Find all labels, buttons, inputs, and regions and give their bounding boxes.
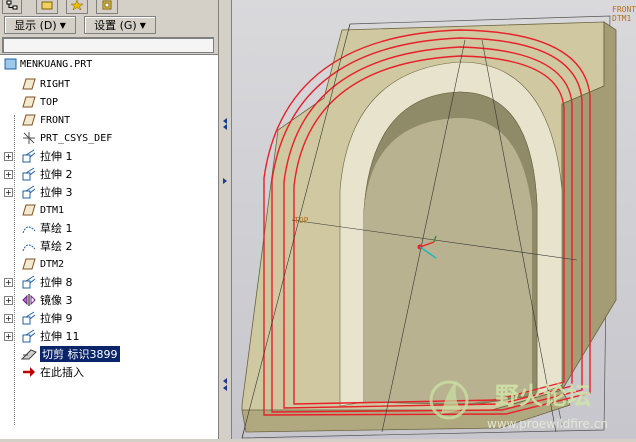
datum-plane-icon	[21, 77, 37, 91]
tree-item-front[interactable]: FRONT	[0, 111, 218, 129]
favorites-icon	[70, 0, 84, 13]
tree-item-extrude-9[interactable]: + 拉伸 9	[0, 309, 218, 327]
folder-icon	[41, 0, 53, 13]
tree-item-dtm1[interactable]: DTM1	[0, 201, 218, 219]
model-tree: MENKUANG.PRT RIGHT TOP FRONT PRT_CSYS_DE…	[0, 54, 218, 439]
extrude-icon	[21, 185, 37, 199]
tree-item-label: 草绘 1	[40, 222, 73, 235]
extrude-icon	[21, 329, 37, 343]
tab-folder-browser[interactable]	[36, 0, 58, 14]
watermark-url: www.proewildfire.cn	[487, 417, 608, 431]
show-menu-label: 显示 (D)	[14, 19, 57, 32]
panel-splitter[interactable]	[218, 0, 232, 439]
tree-item-sketch-2[interactable]: 草绘 2	[0, 237, 218, 255]
datum-plane-icon	[21, 203, 37, 217]
tree-item-label: DTM2	[40, 258, 65, 270]
part-icon	[3, 57, 19, 71]
tree-root[interactable]: MENKUANG.PRT	[0, 55, 218, 73]
tree-item-extrude-11[interactable]: + 拉伸 11	[0, 327, 218, 345]
extrude-icon	[21, 311, 37, 325]
tree-item-dtm2[interactable]: DTM2	[0, 255, 218, 273]
tree-item-label: PRT_CSYS_DEF	[40, 132, 113, 144]
expand-icon[interactable]: +	[4, 295, 13, 305]
tab-connections[interactable]	[96, 0, 118, 14]
expand-icon[interactable]: +	[4, 331, 13, 341]
expand-icon[interactable]: +	[4, 169, 13, 179]
tree-item-sketch-1[interactable]: 草绘 1	[0, 219, 218, 237]
cut-icon	[21, 347, 37, 361]
extrude-icon	[21, 167, 37, 181]
mirror-icon	[21, 293, 37, 307]
model-tree-icon	[6, 0, 18, 13]
tree-item-label: TOP	[40, 96, 59, 108]
settings-menu-button[interactable]: 设置 (G) ▼	[84, 16, 156, 34]
tree-item-right[interactable]: RIGHT	[0, 75, 218, 93]
chevron-down-icon: ▼	[139, 20, 146, 30]
settings-menu-label: 设置 (G)	[94, 19, 137, 32]
extrude-icon	[21, 275, 37, 289]
splitter-arrows-icon	[223, 118, 227, 391]
datum-plane-icon	[21, 95, 37, 109]
insert-here-icon	[21, 365, 37, 379]
tree-filter-field[interactable]	[2, 37, 214, 53]
tree-item-insert-here[interactable]: 在此插入	[0, 363, 218, 381]
tree-item-extrude-1[interactable]: + 拉伸 1	[0, 147, 218, 165]
tree-item-label: FRONT	[40, 114, 71, 126]
datum-plane-icon	[21, 257, 37, 271]
tree-item-extrude-3[interactable]: + 拉伸 3	[0, 183, 218, 201]
tree-item-label: 镜像 3	[40, 294, 73, 307]
connections-icon	[101, 0, 113, 13]
datum-plane-icon	[21, 113, 37, 127]
csys-icon	[21, 131, 37, 145]
tree-item-mirror-3[interactable]: + 镜像 3	[0, 291, 218, 309]
tab-model-tree[interactable]	[2, 0, 22, 14]
tree-item-label: 草绘 2	[40, 240, 73, 253]
tab-favorites[interactable]	[66, 0, 88, 14]
chevron-down-icon: ▼	[59, 20, 66, 30]
tree-item-label: 拉伸 1	[40, 150, 73, 163]
extrude-icon	[21, 149, 37, 163]
sketch-icon	[21, 239, 37, 253]
tree-item-label: RIGHT	[40, 78, 71, 90]
flame-logo-icon	[429, 380, 469, 420]
expand-icon[interactable]: +	[4, 277, 13, 287]
tree-item-top[interactable]: TOP	[0, 93, 218, 111]
datum-label-dtm1: DTM1	[612, 14, 631, 23]
datum-label-front: FRONT	[612, 5, 636, 14]
tree-item-csys[interactable]: PRT_CSYS_DEF	[0, 129, 218, 147]
model-tree-panel: 显示 (D) ▼ 设置 (G) ▼ MENKUANG.PRT RIGHT TOP…	[0, 0, 218, 439]
watermark-title: 野火论坛	[495, 382, 591, 410]
tree-root-label: MENKUANG.PRT	[20, 58, 93, 70]
tree-item-label: 拉伸 9	[40, 312, 73, 325]
datum-label-top: TOP	[294, 216, 309, 225]
tree-item-label: 在此插入	[40, 366, 84, 379]
tree-item-extrude-8[interactable]: + 拉伸 8	[0, 273, 218, 291]
show-menu-button[interactable]: 显示 (D) ▼	[4, 16, 76, 34]
tree-item-cut[interactable]: 切剪 标识3899	[0, 345, 218, 363]
expand-icon[interactable]: +	[4, 187, 13, 197]
tree-item-label: 拉伸 3	[40, 186, 73, 199]
tree-item-label: 拉伸 2	[40, 168, 73, 181]
tree-toolbar: 显示 (D) ▼ 设置 (G) ▼	[0, 14, 218, 36]
tree-item-extrude-2[interactable]: + 拉伸 2	[0, 165, 218, 183]
expand-icon[interactable]: +	[4, 313, 13, 323]
tree-item-label: DTM1	[40, 204, 65, 216]
sketch-icon	[21, 221, 37, 235]
watermark: 野火论坛 www.proewildfire.cn	[427, 370, 636, 439]
tree-item-label: 切剪 标识3899	[40, 346, 120, 362]
tree-item-label: 拉伸 11	[40, 330, 80, 343]
expand-icon[interactable]: +	[4, 151, 13, 161]
panel-tabs	[0, 0, 218, 14]
tree-item-label: 拉伸 8	[40, 276, 73, 289]
